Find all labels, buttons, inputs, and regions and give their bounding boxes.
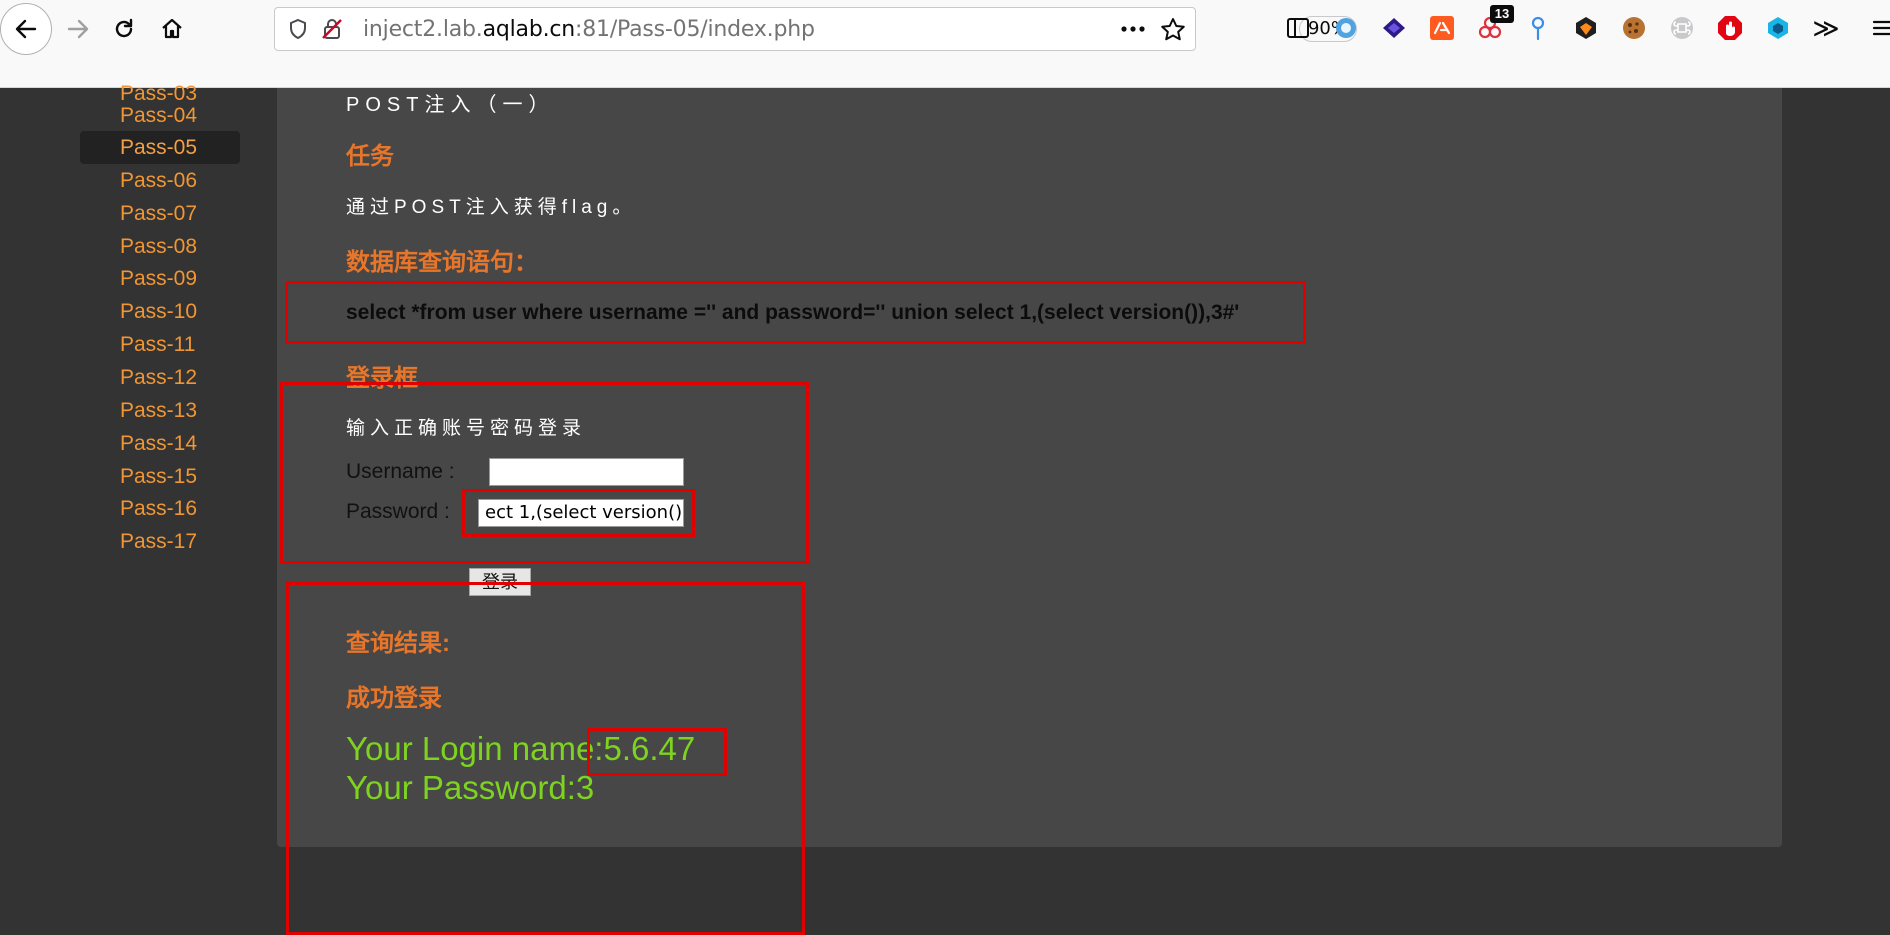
sidebar: Pass-03 Pass-04 Pass-05 Pass-06 Pass-07 … bbox=[80, 82, 240, 861]
command-extension-icon[interactable] bbox=[1668, 14, 1696, 42]
ring-extension-icon[interactable] bbox=[1332, 14, 1360, 42]
sidebar-item-pass-15[interactable]: Pass-15 bbox=[80, 460, 240, 493]
hackbar-extension-icon[interactable] bbox=[1428, 14, 1456, 42]
pin-extension-icon[interactable] bbox=[1524, 14, 1552, 42]
more-actions-icon[interactable] bbox=[1119, 16, 1147, 42]
url-text[interactable]: inject2.lab.aqlab.cn:81/Pass-05/index.ph… bbox=[363, 17, 815, 42]
arrow-right-icon bbox=[67, 19, 89, 39]
task-text: 通过POST注入获得flag。 bbox=[346, 197, 637, 218]
sidebar-item-pass-04[interactable]: Pass-04 bbox=[80, 99, 240, 132]
arrow-left-icon bbox=[15, 19, 37, 39]
forward-button[interactable] bbox=[52, 3, 104, 55]
overflow-chevron-icon[interactable]: ≫ bbox=[1812, 13, 1840, 43]
cookie-extension-icon[interactable] bbox=[1620, 14, 1648, 42]
extension-badge: 13 bbox=[1490, 5, 1514, 23]
task-heading: 任务 bbox=[346, 143, 394, 170]
home-button[interactable] bbox=[146, 3, 198, 55]
fox-extension-icon[interactable] bbox=[1572, 14, 1600, 42]
home-icon bbox=[162, 18, 182, 39]
result-login-name: Your Login name:5.6.47 bbox=[346, 730, 696, 767]
sql-statement: select *from user where username ='' and… bbox=[346, 301, 1240, 324]
layers-extension-icon[interactable] bbox=[1380, 14, 1408, 42]
url-domain: aqlab.cn bbox=[482, 17, 576, 42]
url-path: :81/Pass-05/index.php bbox=[575, 17, 815, 42]
sidebar-item-pass-07[interactable]: Pass-07 bbox=[80, 197, 240, 230]
login-heading: 登录框 bbox=[346, 365, 418, 392]
sidebar-item-pass-06[interactable]: Pass-06 bbox=[80, 164, 240, 197]
browser-toolbar: inject2.lab.aqlab.cn:81/Pass-05/index.ph… bbox=[0, 0, 1890, 88]
bookmark-star-icon[interactable] bbox=[1159, 16, 1187, 44]
login-prompt: 输入正确账号密码登录 bbox=[346, 418, 587, 439]
login-submit-button[interactable]: 登录 bbox=[469, 568, 531, 596]
password-label: Password : bbox=[346, 500, 450, 523]
page-title: POST注入（一） bbox=[346, 94, 555, 116]
sidebar-item-pass-05[interactable]: Pass-05 bbox=[80, 131, 240, 164]
adblock-extension-icon[interactable] bbox=[1716, 14, 1744, 42]
sidebar-item-pass-12[interactable]: Pass-12 bbox=[80, 361, 240, 394]
cube-extension-icon[interactable] bbox=[1764, 14, 1792, 42]
db-query-heading: 数据库查询语句： bbox=[346, 249, 538, 276]
sidebar-item-pass-14[interactable]: Pass-14 bbox=[80, 427, 240, 460]
reload-button[interactable] bbox=[98, 3, 150, 55]
page-content: Pass-03 Pass-04 Pass-05 Pass-06 Pass-07 … bbox=[0, 82, 1890, 935]
query-result-heading: 查询结果: bbox=[346, 630, 450, 657]
login-success-heading: 成功登录 bbox=[346, 685, 442, 712]
sidebar-toggle-icon[interactable] bbox=[1284, 14, 1312, 42]
sidebar-item-pass-16[interactable]: Pass-16 bbox=[80, 492, 240, 525]
sidebar-item-pass-11[interactable]: Pass-11 bbox=[80, 328, 240, 361]
sidebar-item-pass-13[interactable]: Pass-13 bbox=[80, 394, 240, 427]
shield-icon[interactable] bbox=[287, 18, 309, 40]
sidebar-item-pass-08[interactable]: Pass-08 bbox=[80, 230, 240, 263]
sidebar-item-pass-17[interactable]: Pass-17 bbox=[80, 525, 240, 558]
url-prefix: inject2.lab. bbox=[363, 17, 483, 42]
sidebar-item-pass-09[interactable]: Pass-09 bbox=[80, 262, 240, 295]
sidebar-item-pass-10[interactable]: Pass-10 bbox=[80, 295, 240, 328]
password-field[interactable]: ect 1,(select version()),3 bbox=[478, 499, 684, 527]
username-label: Username : bbox=[346, 460, 455, 483]
reload-icon bbox=[115, 18, 133, 38]
username-field[interactable] bbox=[489, 458, 684, 486]
result-password: Your Password:3 bbox=[346, 769, 595, 806]
insecure-lock-icon[interactable] bbox=[321, 18, 343, 40]
back-button[interactable] bbox=[0, 3, 52, 55]
url-bar[interactable]: inject2.lab.aqlab.cn:81/Pass-05/index.ph… bbox=[274, 7, 1357, 51]
hamburger-menu-icon[interactable] bbox=[1868, 14, 1890, 42]
